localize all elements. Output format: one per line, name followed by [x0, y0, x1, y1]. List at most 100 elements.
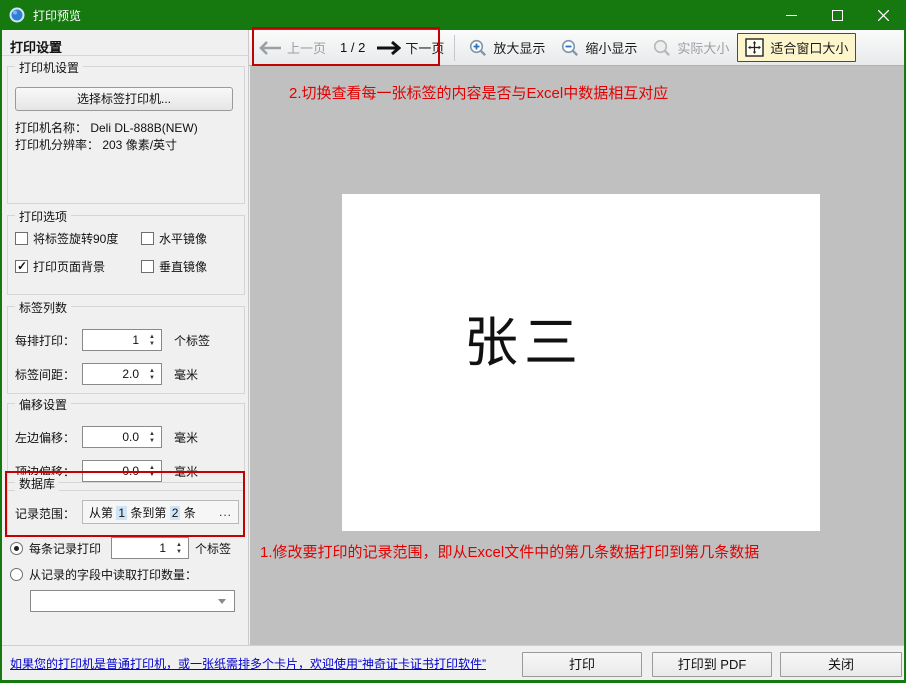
select-printer-button[interactable]: 选择标签打印机... [15, 87, 233, 111]
top-offset-input[interactable]: 0.0 ▲▼ [82, 460, 162, 482]
checkbox-print-background[interactable]: 打印页面背景 [15, 258, 105, 275]
printer-resolution-line: 打印机分辨率： 203 像素/英寸 [15, 136, 177, 153]
annotation-step2: 2.切换查看每一张标签的内容是否与Excel中数据相互对应 [289, 82, 668, 103]
zoom-in-label: 放大显示 [493, 38, 545, 57]
spinner-buttons[interactable]: ▲▼ [145, 331, 159, 349]
fit-window-button[interactable]: 适合窗口大小 [737, 33, 856, 62]
spin-down-icon[interactable]: ▼ [176, 549, 182, 555]
record-range-label: 记录范围： [15, 505, 75, 522]
zoom-out-icon [561, 39, 579, 57]
labels-per-row-input[interactable]: 1 ▲▼ [82, 329, 162, 351]
prev-page-button[interactable]: 上一页 [287, 38, 326, 57]
fit-window-icon [745, 38, 764, 57]
checkbox-horizontal-mirror[interactable]: 水平镜像 [141, 230, 207, 247]
maximize-button[interactable] [814, 0, 860, 30]
spin-down-icon[interactable]: ▼ [149, 472, 155, 478]
spinner-buttons[interactable]: ▲▼ [145, 462, 159, 480]
per-record-radio-row[interactable]: 每条记录打印 1 ▲▼ 个标签 [10, 537, 231, 559]
spinner-buttons[interactable]: ▲▼ [145, 428, 159, 446]
spin-down-icon[interactable]: ▼ [149, 341, 155, 347]
per-record-count-input[interactable]: 1 ▲▼ [111, 537, 189, 559]
printer-name-line: 打印机名称： Deli DL-888B(NEW) [15, 119, 198, 136]
page-indicator: 1 / 2 [340, 40, 365, 55]
window-title: 打印预览 [33, 7, 81, 24]
print-button[interactable]: 打印 [522, 652, 642, 677]
panel-divider [2, 55, 249, 56]
group-title: 打印选项 [15, 208, 71, 225]
group-title: 数据库 [15, 475, 59, 492]
label-columns-group: 标签列数 每排打印： 1 ▲▼ 个标签 标签间距： 2.0 ▲▼ 毫米 [7, 306, 245, 394]
checkbox-label: 将标签旋转90度 [33, 230, 118, 247]
panel-title: 打印设置 [2, 30, 248, 61]
minimize-button[interactable] [768, 0, 814, 30]
print-settings-panel: 打印设置 打印机设置 选择标签打印机... 打印机名称： Deli DL-888… [2, 30, 249, 645]
radio-label: 从记录的字段中读取打印数量： [29, 566, 197, 583]
minimize-icon [786, 10, 797, 21]
checkbox-icon[interactable] [141, 260, 154, 273]
range-start: 1 [116, 506, 127, 520]
preview-area: 2.切换查看每一张标签的内容是否与Excel中数据相互对应 张三 1.修改要打印… [250, 66, 906, 645]
print-preview-window: 打印预览 打印设置 打印机设置 选择标签打印机... 打印机名称： Deli D… [0, 0, 906, 683]
actual-size-icon [653, 39, 671, 57]
from-field-radio-row[interactable]: 从记录的字段中读取打印数量： [10, 566, 197, 583]
spin-down-icon[interactable]: ▼ [149, 438, 155, 444]
annotation-step1: 1.修改要打印的记录范围，即从Excel文件中的第几条数据打印到第几条数据 [260, 541, 759, 562]
spinner-buttons[interactable]: ▲▼ [172, 539, 186, 557]
checkbox-label: 水平镜像 [159, 230, 207, 247]
zoom-in-button[interactable]: 放大显示 [461, 33, 553, 62]
browse-ellipsis-button[interactable]: ... [219, 505, 232, 519]
next-page-button[interactable]: 下一页 [405, 38, 444, 57]
spin-up-icon[interactable]: ▲ [149, 334, 155, 340]
left-offset-input[interactable]: 0.0 ▲▼ [82, 426, 162, 448]
field-unit: 毫米 [174, 463, 198, 480]
radio-icon[interactable] [10, 542, 23, 555]
quantity-field-combobox[interactable] [30, 590, 235, 612]
radio-unit: 个标签 [195, 540, 231, 557]
record-range-control[interactable]: 从第 1 条到第 2 条 ... [82, 500, 239, 524]
maximize-icon [832, 10, 843, 21]
zoom-out-button[interactable]: 缩小显示 [553, 33, 645, 62]
zoom-in-icon [469, 39, 487, 57]
labels-per-row-field: 每排打印： 1 ▲▼ 个标签 [15, 329, 210, 351]
footer-bar: 如果您的打印机是普通打印机，或一张纸需排多个卡片，欢迎使用“神奇证卡证书打印软件… [2, 645, 904, 680]
toolbar-separator [454, 35, 455, 61]
checkbox-vertical-mirror[interactable]: 垂直镜像 [141, 258, 207, 275]
radio-label: 每条记录打印 [29, 540, 101, 557]
printer-settings-group: 打印机设置 选择标签打印机... 打印机名称： Deli DL-888B(NEW… [7, 66, 245, 204]
group-title: 偏移设置 [15, 396, 71, 413]
spin-up-icon[interactable]: ▲ [149, 465, 155, 471]
record-range-value: 从第 1 条到第 2 条 [89, 504, 219, 521]
titlebar: 打印预览 [0, 0, 906, 30]
zoom-out-label: 缩小显示 [585, 38, 637, 57]
group-title: 标签列数 [15, 299, 71, 316]
field-label: 左边偏移： [15, 429, 82, 446]
close-dialog-button[interactable]: 关闭 [780, 652, 902, 677]
checkbox-rotate-90[interactable]: 将标签旋转90度 [15, 230, 118, 247]
field-label: 标签间距： [15, 366, 82, 383]
field-unit: 毫米 [174, 366, 198, 383]
spin-up-icon[interactable]: ▲ [176, 542, 182, 548]
print-options-group: 打印选项 将标签旋转90度 水平镜像 打印页面背景 垂直镜像 [7, 215, 245, 295]
spin-up-icon[interactable]: ▲ [149, 368, 155, 374]
checkbox-icon[interactable] [15, 232, 28, 245]
group-title: 打印机设置 [15, 59, 83, 76]
print-to-pdf-button[interactable]: 打印到 PDF [652, 652, 772, 677]
app-icon [9, 7, 25, 23]
radio-icon[interactable] [10, 568, 23, 581]
prev-page-arrow-icon[interactable] [259, 40, 283, 56]
dropdown-arrow-icon [218, 599, 226, 604]
spin-up-icon[interactable]: ▲ [149, 431, 155, 437]
checkbox-icon[interactable] [141, 232, 154, 245]
next-page-arrow-icon[interactable] [375, 39, 401, 57]
spin-down-icon[interactable]: ▼ [149, 375, 155, 381]
actual-size-button[interactable]: 实际大小 [645, 33, 737, 62]
software-recommendation-link[interactable]: 如果您的打印机是普通打印机，或一张纸需排多个卡片，欢迎使用“神奇证卡证书打印软件… [10, 655, 486, 672]
label-spacing-input[interactable]: 2.0 ▲▼ [82, 363, 162, 385]
checkbox-icon[interactable] [15, 260, 28, 273]
label-spacing-field: 标签间距： 2.0 ▲▼ 毫米 [15, 363, 198, 385]
actual-size-label: 实际大小 [677, 38, 729, 57]
close-button[interactable] [860, 0, 906, 30]
spinner-buttons[interactable]: ▲▼ [145, 365, 159, 383]
database-group: 数据库 记录范围： 从第 1 条到第 2 条 ... [7, 482, 245, 537]
field-unit: 个标签 [174, 332, 210, 349]
